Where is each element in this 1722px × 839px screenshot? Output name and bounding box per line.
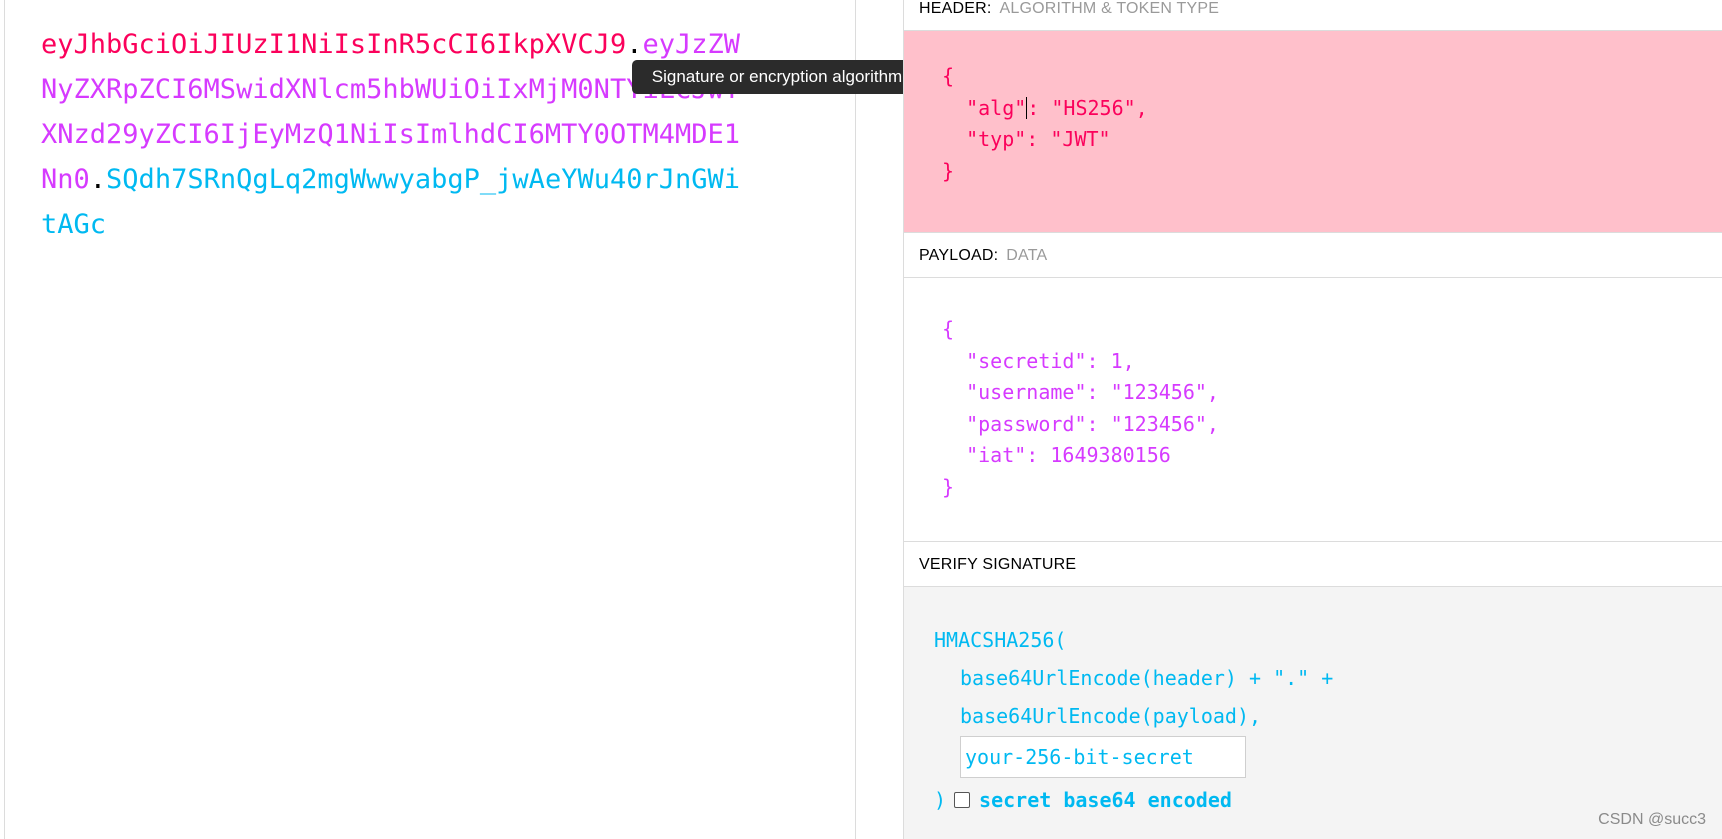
secret-row xyxy=(934,735,1333,779)
hmac-function-line: HMACSHA256( xyxy=(934,628,1067,652)
verify-signature-panel: HMACSHA256( base64UrlEncode(header) + ".… xyxy=(904,587,1722,839)
base64-checkbox[interactable] xyxy=(954,792,971,808)
verify-code: HMACSHA256( base64UrlEncode(header) + ".… xyxy=(934,621,1333,819)
header-section-title: HEADER: ALGORITHM & TOKEN TYPE xyxy=(904,0,1722,31)
secret-input[interactable] xyxy=(960,736,1246,778)
payload-section-title: PAYLOAD: DATA xyxy=(904,232,1722,278)
token-signature-part[interactable]: SQdh7SRnQgLq2mgWwwyabgP_jwAeYWu40rJnGWit… xyxy=(41,164,740,240)
encoded-token[interactable]: eyJhbGciOiJIUzI1NiIsInR5cCI6IkpXVCJ9.eyJ… xyxy=(41,22,753,247)
header-json[interactable]: { "alg": "HS256", "typ": "JWT"} xyxy=(942,61,1148,187)
payload-title: PAYLOAD: xyxy=(919,247,999,264)
header-json-editor[interactable]: { "alg": "HS256", "typ": "JWT"} xyxy=(904,31,1722,232)
encoded-pane[interactable]: eyJhbGciOiJIUzI1NiIsInR5cCI6IkpXVCJ9.eyJ… xyxy=(4,0,856,839)
payload-json-editor[interactable]: { "secretid": 1, "username": "123456", "… xyxy=(904,278,1722,541)
header-typ-line: "typ": "JWT" xyxy=(942,127,1111,151)
header-subtitle: ALGORITHM & TOKEN TYPE xyxy=(999,0,1220,17)
header-alg-value: : "HS256", xyxy=(1027,95,1148,120)
token-dot: . xyxy=(89,164,107,195)
encode-payload-line: base64UrlEncode(payload), xyxy=(960,704,1262,728)
payload-subtitle: DATA xyxy=(1006,247,1048,264)
base64-checkbox-label[interactable]: secret base64 encoded xyxy=(979,788,1232,812)
header-alg-key: "alg" xyxy=(942,95,1027,120)
token-header-part[interactable]: eyJhbGciOiJIUzI1NiIsInR5cCI6IkpXVCJ9 xyxy=(41,29,626,60)
header-json-close: } xyxy=(942,158,955,183)
decoded-pane: HEADER: ALGORITHM & TOKEN TYPE { "alg": "… xyxy=(903,0,1722,839)
close-paren: ) xyxy=(934,788,947,812)
encode-header-line: base64UrlEncode(header) + "." + xyxy=(960,666,1334,690)
close-row: ) secret base64 encoded xyxy=(934,781,1333,819)
verify-section-title: VERIFY SIGNATURE xyxy=(904,541,1722,587)
algorithm-tooltip: Signature or encryption algorithm xyxy=(632,60,931,94)
token-dot: . xyxy=(626,29,643,60)
jwt-debugger: eyJhbGciOiJIUzI1NiIsInR5cCI6IkpXVCJ9.eyJ… xyxy=(0,0,1722,839)
payload-json[interactable]: { "secretid": 1, "username": "123456", "… xyxy=(942,314,1219,503)
header-title: HEADER: xyxy=(919,0,992,17)
watermark: CSDN @succ3 xyxy=(1598,811,1706,828)
header-json-open: { xyxy=(942,64,955,88)
verify-title: VERIFY SIGNATURE xyxy=(919,556,1077,573)
